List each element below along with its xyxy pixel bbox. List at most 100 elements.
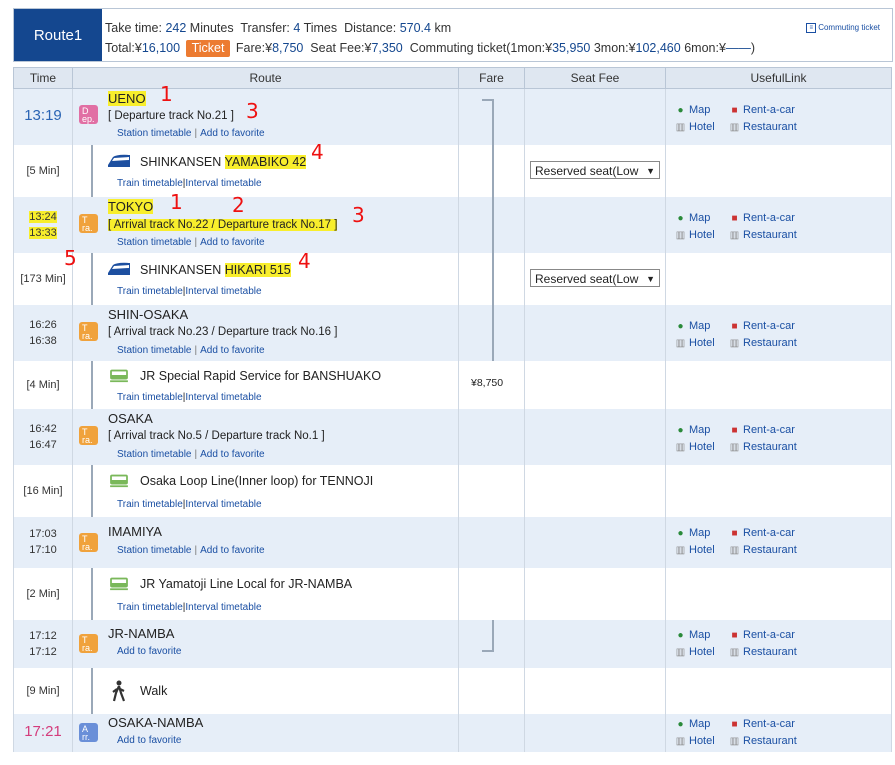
restaurant-link[interactable]: Restaurant <box>743 441 797 453</box>
seat-cell <box>524 619 666 668</box>
segment-row: [9 Min] Walk <box>13 667 892 714</box>
seat-fee-label: Seat Fee:¥ <box>310 41 372 55</box>
rent-a-car-link[interactable]: Rent-a-car <box>743 104 795 116</box>
train-timetable-link[interactable]: Train timetable <box>117 602 183 613</box>
train-timetable-link[interactable]: Train timetable <box>117 392 183 403</box>
route-cell: Walk <box>72 667 459 714</box>
useful-links: ● Map ■ Rent-a-car ▥ Hotel ▥ Restaurant <box>675 210 797 244</box>
rent-a-car-link[interactable]: Rent-a-car <box>743 212 795 224</box>
seat-type-select[interactable]: Reserved seat(Low ▼ <box>530 268 660 287</box>
restaurant-link[interactable]: Restaurant <box>743 646 797 658</box>
restaurant-link[interactable]: Restaurant <box>743 735 797 747</box>
station-name[interactable]: OSAKA-NAMBA <box>108 715 203 730</box>
train-icon <box>110 369 128 382</box>
station-name[interactable]: IMAMIYA <box>108 524 162 539</box>
train-timetable-link[interactable]: Train timetable <box>117 178 183 189</box>
station-name[interactable]: UENO <box>108 91 146 106</box>
restaurant-link[interactable]: Restaurant <box>743 544 797 556</box>
map-link[interactable]: Map <box>689 527 710 539</box>
duration: [2 Min] <box>26 587 60 600</box>
link-separator: | <box>194 448 198 460</box>
line-name[interactable]: JR Special Rapid Service for BANSHUAKO <box>140 369 381 383</box>
add-to-favorite-link[interactable]: Add to favorite <box>117 646 181 657</box>
annotation-mark: 3 <box>352 203 365 227</box>
station-name[interactable]: OSAKA <box>108 411 153 426</box>
hotel-link[interactable]: Hotel <box>689 646 715 658</box>
map-link[interactable]: Map <box>689 629 710 641</box>
interval-timetable-link[interactable]: Interval timetable <box>185 602 261 613</box>
restaurant-link[interactable]: Restaurant <box>743 229 797 241</box>
add-to-favorite-link[interactable]: Add to favorite <box>200 345 264 356</box>
train-timetable-link[interactable]: Train timetable <box>117 286 183 297</box>
station-name[interactable]: SHIN-OSAKA <box>108 307 188 322</box>
station-timetable-link[interactable]: Station timetable <box>117 128 192 139</box>
interval-timetable-link[interactable]: Interval timetable <box>185 286 261 297</box>
hotel-link[interactable]: Hotel <box>689 544 715 556</box>
map-link[interactable]: Map <box>689 320 710 332</box>
add-to-favorite-link[interactable]: Add to favorite <box>117 735 181 746</box>
restaurant-link[interactable]: Restaurant <box>743 337 797 349</box>
map-link[interactable]: Map <box>689 212 710 224</box>
station-name[interactable]: TOKYO <box>108 198 154 214</box>
add-to-favorite-link[interactable]: Add to favorite <box>200 449 264 460</box>
interval-timetable-link[interactable]: Interval timetable <box>185 178 261 189</box>
line-name[interactable]: Osaka Loop Line(Inner loop) for TENNOJI <box>140 474 373 488</box>
car-icon: ■ <box>731 527 738 539</box>
add-to-favorite-link[interactable]: Add to favorite <box>200 128 264 139</box>
duration: [9 Min] <box>26 684 60 697</box>
fare-bracket <box>482 304 494 361</box>
map-link[interactable]: Map <box>689 424 710 436</box>
line-name[interactable]: SHINKANSEN YAMABIKO 42 <box>140 154 307 169</box>
line-name[interactable]: SHINKANSEN HIKARI 515 <box>140 262 291 277</box>
hotel-link[interactable]: Hotel <box>689 441 715 453</box>
arrival-time: 13:24 <box>29 210 57 223</box>
seat-type-select[interactable]: Reserved seat(Low ▼ <box>530 160 660 179</box>
hotel-link[interactable]: Hotel <box>689 229 715 241</box>
route-cell: SHINKANSEN YAMABIKO 42 Train timetable|I… <box>72 144 459 197</box>
hotel-link[interactable]: Hotel <box>689 121 715 133</box>
station-timetable-link[interactable]: Station timetable <box>117 449 192 460</box>
time-cell: 16:42 16:47 <box>13 408 73 465</box>
useful-links-cell <box>665 464 892 517</box>
shinkansen-icon <box>108 154 130 167</box>
interval-timetable-link[interactable]: Interval timetable <box>185 499 261 510</box>
globe-icon: ● <box>677 320 684 332</box>
rent-a-car-link[interactable]: Rent-a-car <box>743 424 795 436</box>
station-timetable-link[interactable]: Station timetable <box>117 237 192 248</box>
rent-a-car-link[interactable]: Rent-a-car <box>743 629 795 641</box>
summary-line-2: Total:¥16,100 Ticket Fare:¥8,750 Seat Fe… <box>105 38 755 58</box>
station-timetable-link[interactable]: Station timetable <box>117 545 192 556</box>
add-to-favorite-link[interactable]: Add to favorite <box>200 545 264 556</box>
ticket-button[interactable]: Ticket <box>185 40 231 57</box>
map-link[interactable]: Map <box>689 718 710 730</box>
fare-cell <box>458 713 525 752</box>
useful-links: ● Map ■ Rent-a-car ▥ Hotel ▥ Restaurant <box>675 627 797 661</box>
add-to-favorite-link[interactable]: Add to favorite <box>200 237 264 248</box>
route-cell: Dep. UENO [ Departure track No.21 ] Stat… <box>72 88 459 145</box>
annotation-mark: 5 <box>64 246 77 270</box>
rent-a-car-link[interactable]: Rent-a-car <box>743 718 795 730</box>
station-row-osaka-namba: 17:21 Arr. OSAKA-NAMBA Add to favorite ●… <box>13 713 892 752</box>
rent-a-car-link[interactable]: Rent-a-car <box>743 320 795 332</box>
route-line <box>91 464 93 517</box>
arrival-time: 17:12 <box>29 629 57 642</box>
route-label[interactable]: Route1 <box>14 9 102 61</box>
segment-row: [4 Min] JR Special Rapid Service for BAN… <box>13 360 892 409</box>
station-timetable-link[interactable]: Station timetable <box>117 345 192 356</box>
duration-cell: [2 Min] <box>13 567 73 620</box>
hotel-link[interactable]: Hotel <box>689 337 715 349</box>
hotel-link[interactable]: Hotel <box>689 735 715 747</box>
interval-timetable-link[interactable]: Interval timetable <box>185 392 261 403</box>
useful-links-cell: ● Map ■ Rent-a-car ▥ Hotel ▥ Restaurant <box>665 88 892 145</box>
timetable-links: Train timetable|Interval timetable <box>117 499 262 510</box>
useful-links: ● Map ■ Rent-a-car ▥ Hotel ▥ Restaurant <box>675 102 797 136</box>
station-name[interactable]: JR-NAMBA <box>108 626 174 641</box>
fare-cell <box>458 567 525 622</box>
station-links: Station timetable | Add to favorite <box>117 128 265 139</box>
map-link[interactable]: Map <box>689 104 710 116</box>
commuting-ticket-link[interactable]: ≡ Commuting ticket <box>806 23 880 33</box>
line-name[interactable]: JR Yamatoji Line Local for JR-NAMBA <box>140 577 352 591</box>
rent-a-car-link[interactable]: Rent-a-car <box>743 527 795 539</box>
train-timetable-link[interactable]: Train timetable <box>117 499 183 510</box>
restaurant-link[interactable]: Restaurant <box>743 121 797 133</box>
